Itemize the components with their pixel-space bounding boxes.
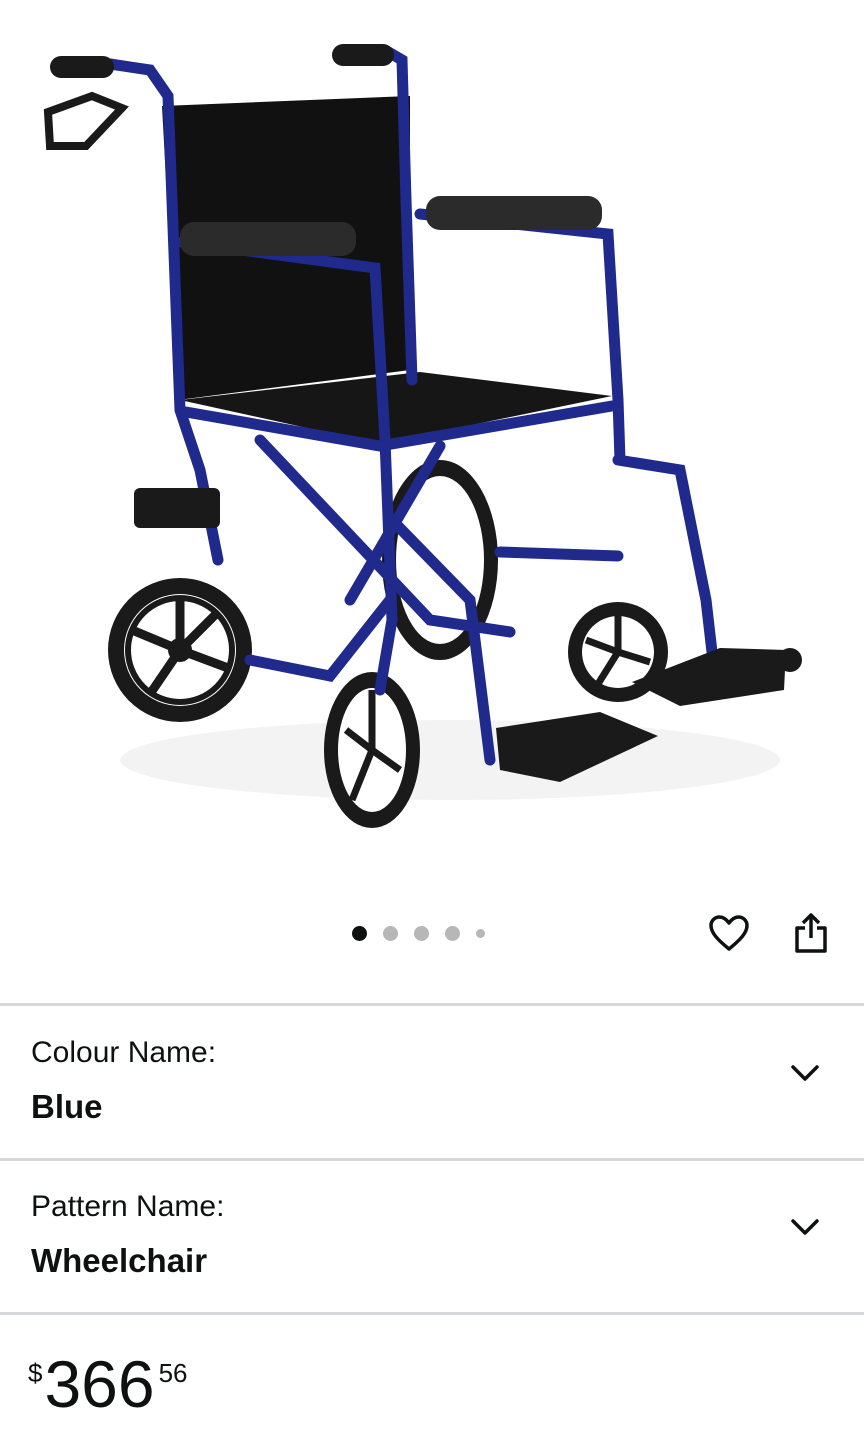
wishlist-button[interactable] [706,910,752,956]
carousel-dot-5[interactable] [476,928,485,938]
pattern-label: Pattern Name: [31,1190,225,1223]
pattern-selector[interactable]: Pattern Name: Wheelchair [0,1160,864,1310]
price: $ 366 56 [28,1348,188,1428]
chevron-down-icon [791,1219,819,1235]
share-button[interactable] [788,910,834,956]
carousel-dots [352,922,501,944]
colour-label: Colour Name: [31,1036,217,1069]
heart-icon [709,915,749,951]
carousel-dot-1[interactable] [352,925,367,941]
carousel-dot-4[interactable] [445,925,460,941]
price-symbol: $ [28,1358,43,1388]
divider [0,1312,864,1315]
price-whole: 366 [44,1347,155,1421]
pattern-value: Wheelchair [31,1242,208,1279]
price-fraction: 56 [158,1358,188,1388]
colour-selector[interactable]: Colour Name: Blue [0,1006,864,1156]
product-image[interactable] [0,0,864,880]
share-icon [795,913,827,953]
colour-value: Blue [31,1088,103,1125]
chevron-down-icon [791,1065,819,1081]
rear-wheel-left [108,578,252,722]
image-carousel-controls [0,900,864,970]
carousel-dot-2[interactable] [383,925,398,941]
carousel-dot-3[interactable] [414,925,429,941]
wheelchair-image [43,44,802,828]
